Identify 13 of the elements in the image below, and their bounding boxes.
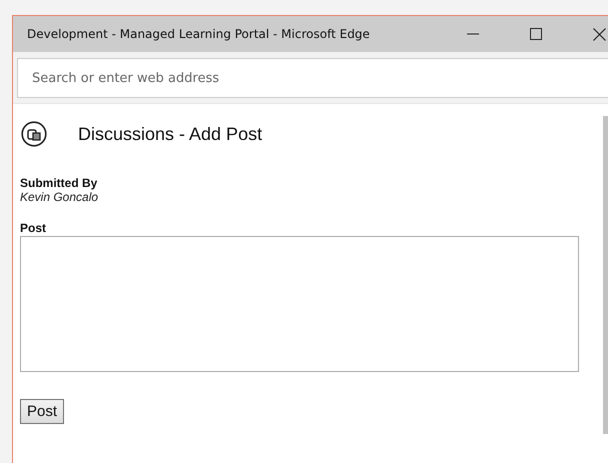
submitter-name: Kevin Goncalo [20, 190, 100, 204]
scrollbar[interactable] [603, 116, 608, 434]
field-label: Post [20, 221, 48, 235]
minimize-icon[interactable] [467, 33, 479, 35]
post-button[interactable]: Post [20, 399, 64, 424]
post-field[interactable] [20, 236, 579, 372]
window-title: Development - Managed Learning Portal - Microsoft Edge [27, 27, 370, 41]
page-heading: Discussions - Add Post [78, 124, 262, 144]
address-field[interactable]: Search or enter web address [17, 58, 608, 98]
close-icon[interactable] [593, 28, 606, 40]
maximize-icon[interactable] [530, 28, 542, 40]
discussion-icon [21, 121, 47, 147]
field-label: Submitted By [20, 176, 98, 190]
